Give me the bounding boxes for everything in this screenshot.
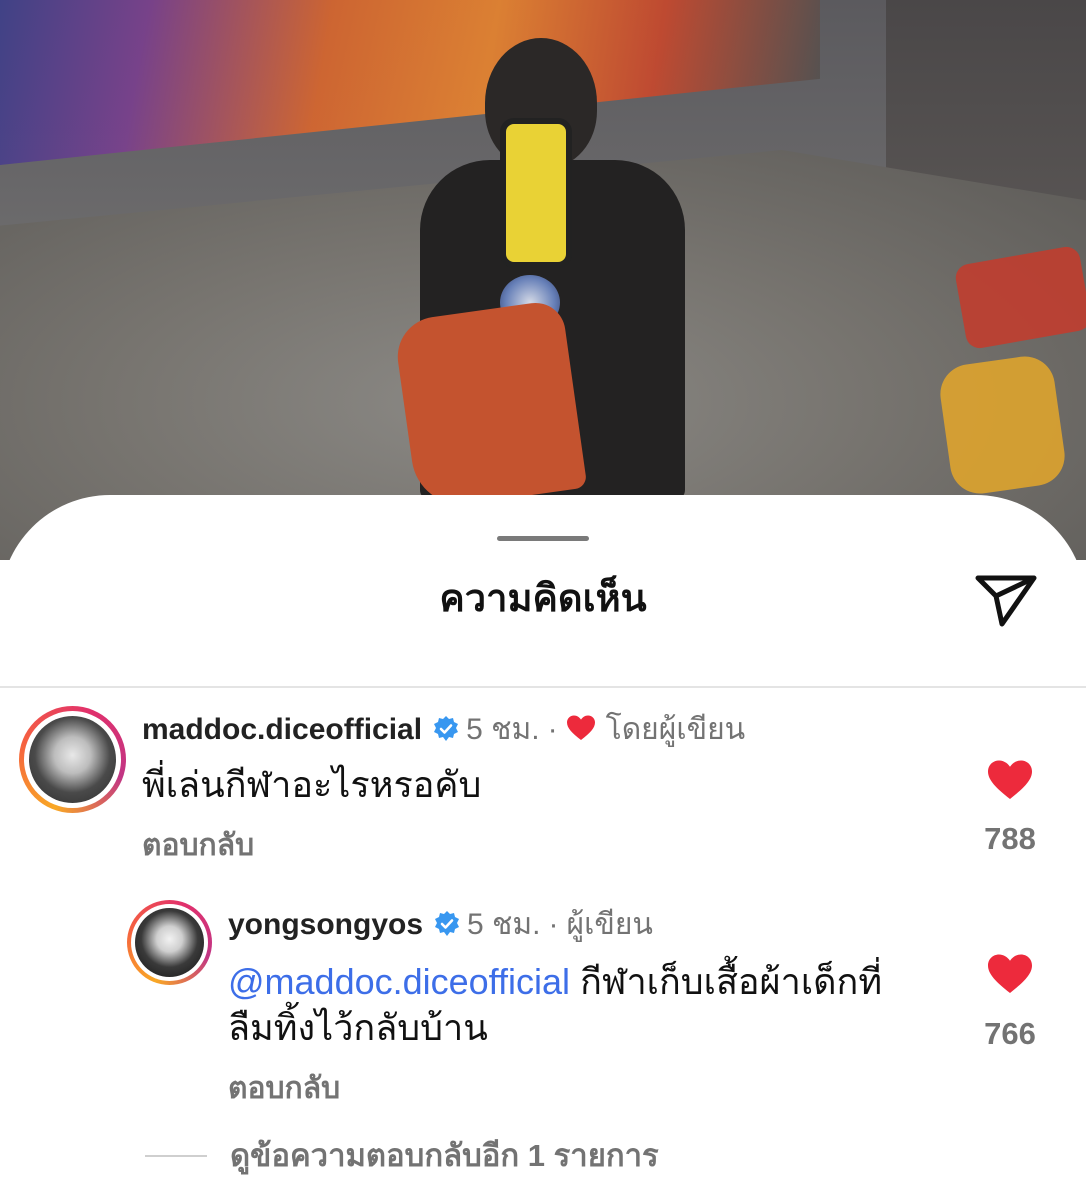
avatar: [29, 716, 116, 803]
comment-text-line1: กีฬาเก็บเสื้อผ้าเด็กที่: [570, 961, 883, 1002]
comments-sheet: ความคิดเห็น maddoc.diceofficial 5 ชม. · โดย…: [0, 495, 1086, 1199]
comment-username[interactable]: maddoc.diceofficial: [142, 713, 422, 746]
comment-text: @maddoc.diceofficial กีฬาเก็บเสื้อผ้าเด็…: [228, 959, 948, 1051]
view-replies-divider: [145, 1155, 207, 1157]
orange-jacket: [392, 299, 588, 511]
author-label: ผู้เขียน: [566, 908, 653, 941]
sheet-grabber-handle[interactable]: [497, 536, 589, 541]
verified-badge-icon: [435, 911, 460, 936]
wall-sign-yellow: [936, 352, 1069, 498]
avatar: [135, 908, 204, 977]
avatar-story-ring[interactable]: [127, 900, 212, 985]
like-count: 766: [984, 1016, 1036, 1051]
paper-plane-icon: [975, 575, 1037, 627]
header-divider: [0, 686, 1086, 688]
phone-in-hand: [500, 118, 572, 268]
comment-username[interactable]: yongsongyos: [228, 908, 423, 941]
comment-time: 5 ชม.: [467, 908, 541, 941]
comment-meta: yongsongyos 5 ชม. · ผู้เขียน: [228, 905, 653, 945]
like-count: 788: [984, 821, 1036, 856]
sheet-title: ความคิดเห็น: [439, 578, 647, 620]
mention-link[interactable]: @maddoc.diceofficial: [228, 961, 570, 1002]
send-button[interactable]: [972, 570, 1040, 630]
comment-text: พี่เล่นกีฬาอะไรหรอคับ: [142, 764, 482, 805]
reply-button[interactable]: ตอบกลับ: [142, 826, 254, 866]
separator-dot: ·: [548, 908, 559, 941]
author-liked-label: โดยผู้เขียน: [605, 713, 746, 746]
like-heart-icon[interactable]: [987, 953, 1033, 995]
comment-meta: maddoc.diceofficial 5 ชม. · โดยผู้เขียน: [142, 710, 745, 750]
like-heart-icon[interactable]: [987, 759, 1033, 801]
avatar-story-ring[interactable]: [19, 706, 126, 813]
comment-time: 5 ชม.: [466, 713, 540, 746]
comment-text-line2: ลืมทิ้งไว้กลับบ้าน: [228, 1007, 488, 1048]
view-more-replies-button[interactable]: ดูข้อความตอบกลับอีก 1 รายการ: [230, 1136, 659, 1176]
reply-button[interactable]: ตอบกลับ: [228, 1069, 340, 1109]
post-background-photo: [0, 0, 1086, 560]
verified-badge-icon: [434, 716, 459, 741]
separator-dot: ·: [547, 713, 558, 746]
mural-wall: [0, 0, 820, 165]
author-liked-heart-icon: [566, 715, 595, 740]
